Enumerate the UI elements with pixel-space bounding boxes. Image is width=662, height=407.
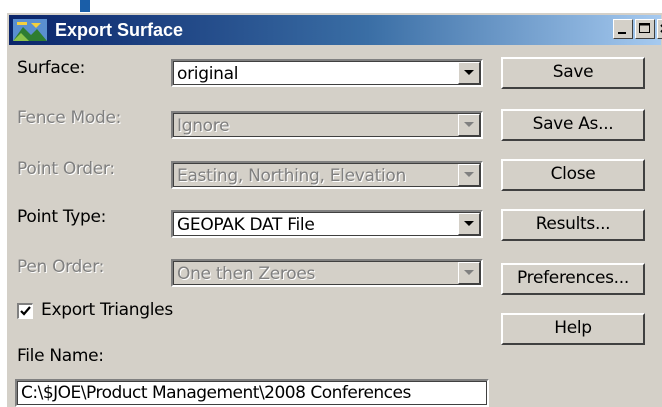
surface-label: Surface: xyxy=(17,58,86,78)
background-mark xyxy=(80,0,90,12)
geopak-app-icon xyxy=(13,19,47,46)
results-button[interactable]: Results... xyxy=(501,209,645,241)
close-icon xyxy=(660,24,662,33)
chevron-down-icon xyxy=(464,221,474,226)
maximize-button[interactable] xyxy=(635,19,655,39)
file-name-field[interactable]: C:\$JOE\Product Management\2008 Conferen… xyxy=(15,379,489,407)
point-type-label: Point Type: xyxy=(17,207,107,227)
save-as-button[interactable]: Save As... xyxy=(501,109,645,141)
close-button[interactable]: Close xyxy=(501,159,645,191)
fence-mode-dropdown[interactable]: Ignore xyxy=(171,111,483,139)
point-type-dropdown[interactable]: GEOPAK DAT File xyxy=(171,210,483,238)
window-title: Export Surface xyxy=(55,20,184,40)
export-triangles-label[interactable]: Export Triangles xyxy=(41,300,173,320)
export-surface-dialog: Export Surface Surface: original Fence M… xyxy=(6,12,662,407)
point-order-value: Easting, Northing, Elevation xyxy=(177,166,406,186)
fence-mode-dropdown-arrow[interactable] xyxy=(458,114,480,136)
fence-mode-label: Fence Mode: xyxy=(17,108,122,128)
pen-order-value: One then Zeroes xyxy=(177,264,316,284)
surface-value: original xyxy=(177,64,239,84)
help-button[interactable]: Help xyxy=(501,313,645,345)
chevron-down-icon xyxy=(464,172,474,177)
preferences-button[interactable]: Preferences... xyxy=(501,263,645,295)
minimize-button[interactable] xyxy=(613,19,633,39)
pen-order-dropdown[interactable]: One then Zeroes xyxy=(171,259,483,287)
fence-mode-value: Ignore xyxy=(177,116,230,136)
chevron-down-icon xyxy=(464,122,474,127)
minimize-icon xyxy=(618,32,626,34)
close-window-button[interactable] xyxy=(657,19,662,39)
point-order-dropdown-arrow[interactable] xyxy=(458,164,480,186)
export-triangles-checkbox[interactable] xyxy=(17,303,33,319)
point-order-dropdown[interactable]: Easting, Northing, Elevation xyxy=(171,161,483,189)
save-button[interactable]: Save xyxy=(501,57,645,89)
file-name-label: File Name: xyxy=(17,346,104,366)
pen-order-label: Pen Order: xyxy=(17,257,105,277)
maximize-icon xyxy=(639,23,650,33)
surface-dropdown-arrow[interactable] xyxy=(458,62,480,84)
point-type-dropdown-arrow[interactable] xyxy=(458,213,480,235)
chevron-down-icon xyxy=(464,270,474,275)
title-bar[interactable]: Export Surface xyxy=(9,15,662,46)
point-order-label: Point Order: xyxy=(17,159,115,179)
checkmark-icon xyxy=(20,306,31,316)
point-type-value: GEOPAK DAT File xyxy=(177,215,315,235)
surface-dropdown[interactable]: original xyxy=(171,59,483,87)
pen-order-dropdown-arrow[interactable] xyxy=(458,262,480,284)
chevron-down-icon xyxy=(464,70,474,75)
